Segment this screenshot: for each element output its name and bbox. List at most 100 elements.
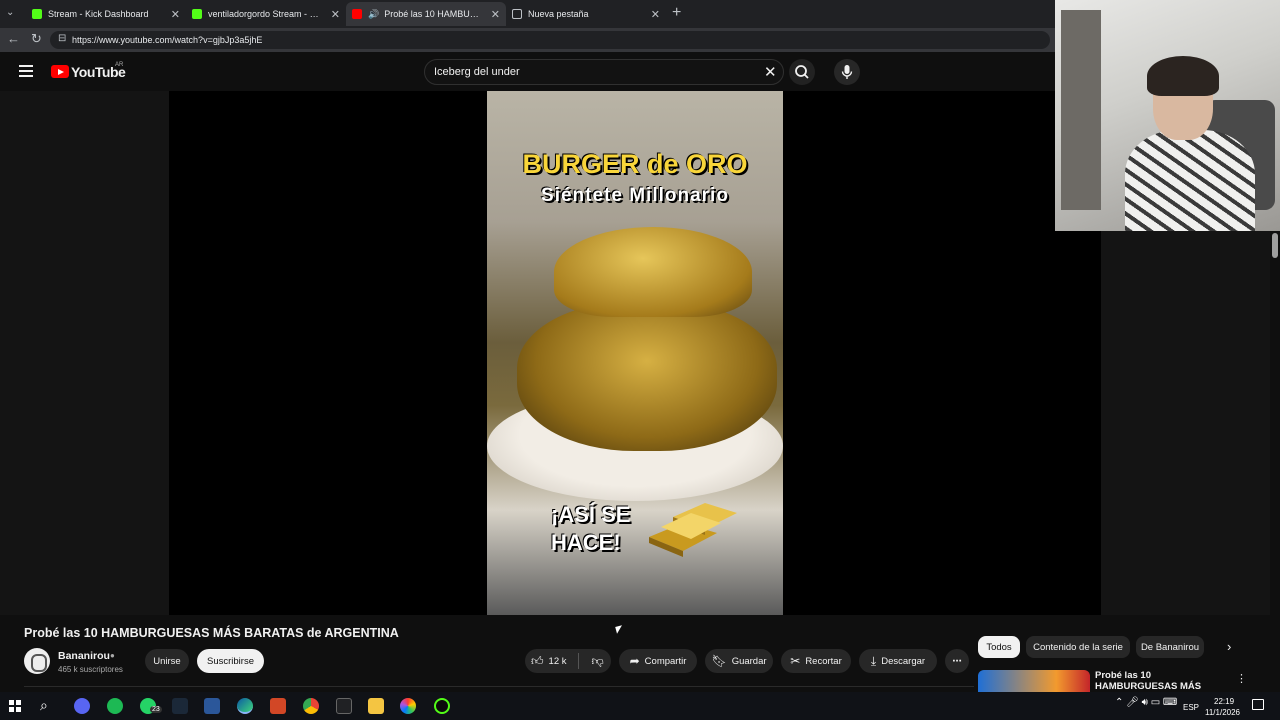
chrome-icon[interactable] [303, 698, 319, 714]
scissors-icon: ✂ [790, 654, 801, 668]
clip-button[interactable]: ✂ Recortar [781, 649, 851, 673]
edge-icon[interactable] [237, 698, 253, 714]
video-title: Probé las 10 HAMBURGUESAS MÁS BARATAS de… [24, 626, 399, 640]
system-tray-icons[interactable]: ⌃ 🎤︎ 🔊︎ ▭ ⌨ [1115, 697, 1177, 708]
tab-title: Nueva pestaña [528, 9, 589, 19]
back-arrow-icon[interactable]: ← [7, 31, 20, 46]
save-button[interactable]: 🔖︎ Guardar [705, 649, 773, 673]
youtube-logo-icon[interactable] [51, 65, 69, 78]
join-label: Unirse [153, 655, 181, 667]
taskbar-search-icon[interactable]: ⌕ [40, 697, 48, 714]
reload-icon[interactable]: ↻ [31, 31, 42, 47]
voice-search-button[interactable] [834, 59, 860, 85]
like-divider [578, 653, 579, 669]
clock-date[interactable]: 11/1/2026 [1205, 708, 1240, 717]
share-label: Compartir [644, 655, 687, 667]
chip-all[interactable]: Todos [978, 636, 1020, 658]
tab-youtube-video[interactable]: 🔊 Probé las 10 HAMBURGUESAS ✕ [346, 2, 506, 26]
tab-title: Stream - Kick Dashboard [48, 9, 149, 19]
kick-favicon-icon [192, 9, 202, 19]
powerpoint-icon[interactable] [270, 698, 286, 714]
windows-start-icon[interactable] [9, 700, 21, 712]
recommended-video-thumbnail[interactable] [978, 670, 1090, 692]
more-actions-button[interactable]: ⋯ [945, 649, 969, 673]
tab-title: ventiladorgordo Stream - Watch L [208, 9, 325, 19]
close-tab-icon[interactable]: ✕ [171, 8, 180, 21]
word-icon[interactable] [204, 698, 220, 714]
vertical-dots-menu-icon[interactable]: ⋮ [1236, 672, 1247, 685]
download-button[interactable]: ⤓ Descargar [859, 649, 937, 673]
youtube-favicon-icon [352, 9, 362, 19]
tab-kick-stream[interactable]: ventiladorgordo Stream - Watch L ✕ [186, 2, 346, 26]
tab-search-chevron-icon[interactable]: ⌄ [6, 7, 14, 18]
language-indicator[interactable]: ESP [1183, 703, 1199, 712]
close-tab-icon[interactable]: ✕ [331, 8, 340, 21]
mouse-cursor-icon [615, 625, 624, 634]
video-burger-bun-shape [554, 227, 752, 317]
clip-label: Recortar [805, 655, 842, 667]
tab-kick-dashboard[interactable]: Stream - Kick Dashboard ✕ [26, 2, 186, 26]
join-button[interactable]: Unirse [145, 649, 189, 673]
close-tab-icon[interactable]: ✕ [491, 8, 500, 21]
file-explorer-icon[interactable] [368, 698, 384, 714]
tab-new-tab[interactable]: Nueva pestaña ✕ [506, 2, 666, 26]
webcam-person-shirt-shape [1125, 130, 1255, 231]
spotify-icon[interactable] [107, 698, 123, 714]
thumbs-down-icon: 👎︎ [591, 653, 604, 668]
like-dislike-group: 👍︎ 12 k 👎︎ [525, 649, 611, 673]
share-arrow-icon: ➦ [629, 654, 640, 668]
subscribe-button[interactable]: Suscribirse [197, 649, 264, 673]
save-label: Guardar [731, 655, 767, 667]
like-count: 12 k [548, 655, 567, 667]
close-tab-icon[interactable]: ✕ [651, 8, 660, 21]
webcam-shelf-shape [1061, 10, 1101, 210]
video-frame[interactable]: BURGER de ORO Siéntete Millonario ¡ASÍ S… [487, 91, 783, 615]
share-button[interactable]: ➦ Compartir [619, 649, 697, 673]
windows-taskbar [0, 692, 1280, 720]
site-info-icon[interactable]: ⊟ [58, 33, 66, 44]
gold-bars-icon [649, 503, 737, 557]
verified-check-icon: ● [110, 651, 115, 660]
chip-from-channel[interactable]: De Bananirou [1136, 636, 1204, 658]
like-button[interactable]: 👍︎ 12 k [531, 655, 567, 667]
bookmark-icon: 🔖︎ [711, 654, 727, 668]
chip-channel-label: De Bananirou [1140, 641, 1200, 653]
notifications-icon[interactable] [1252, 699, 1264, 710]
obs-icon[interactable] [434, 698, 450, 714]
new-tab-plus-icon[interactable]: + [672, 4, 681, 22]
scrollbar-thumb[interactable] [1272, 233, 1278, 258]
app-w-icon[interactable] [336, 698, 352, 714]
search-icon [795, 65, 809, 79]
color-app-icon[interactable] [400, 698, 416, 714]
page-favicon-icon [512, 9, 522, 19]
menu-hamburger-icon[interactable] [19, 65, 33, 80]
chip-series-label: Contenido de la serie [1033, 641, 1123, 653]
channel-avatar[interactable] [24, 648, 50, 674]
recommended-video-title[interactable]: Probé las 10 HAMBURGUESAS MÁS CARAS de A… [1095, 671, 1230, 692]
chevron-right-icon[interactable]: › [1227, 639, 1231, 654]
search-query-text[interactable]: Iceberg del under [434, 66, 520, 78]
audio-playing-icon[interactable]: 🔊 [368, 9, 379, 20]
scrollbar[interactable] [1270, 231, 1280, 692]
country-code: AR [115, 62, 124, 68]
steam-icon[interactable] [172, 698, 188, 714]
subscriber-count: 465 k suscriptores [58, 665, 123, 674]
clear-search-icon[interactable]: ✕ [764, 63, 777, 81]
thumbs-up-icon: 👍︎ [531, 654, 544, 668]
url-text[interactable]: https://www.youtube.com/watch?v=gjbJp3a5… [72, 35, 262, 45]
kick-favicon-icon [32, 9, 42, 19]
divider [24, 686, 974, 687]
download-icon: ⤓ [870, 654, 877, 668]
dislike-button[interactable]: 👎︎ [592, 655, 604, 668]
subscribe-label: Suscribirse [207, 655, 254, 667]
whatsapp-badge: 23 [150, 706, 162, 713]
video-burger-patty-shape [517, 301, 777, 451]
webcam-person-hair-shape [1147, 56, 1219, 96]
microphone-icon [841, 65, 853, 79]
tab-title: Probé las 10 HAMBURGUESAS [384, 9, 485, 19]
discord-icon[interactable] [74, 698, 90, 714]
channel-name[interactable]: Bananirou [58, 650, 110, 662]
chip-series-content[interactable]: Contenido de la serie [1026, 636, 1130, 658]
clock-time[interactable]: 22:19 [1214, 697, 1234, 706]
search-button[interactable] [789, 59, 815, 85]
